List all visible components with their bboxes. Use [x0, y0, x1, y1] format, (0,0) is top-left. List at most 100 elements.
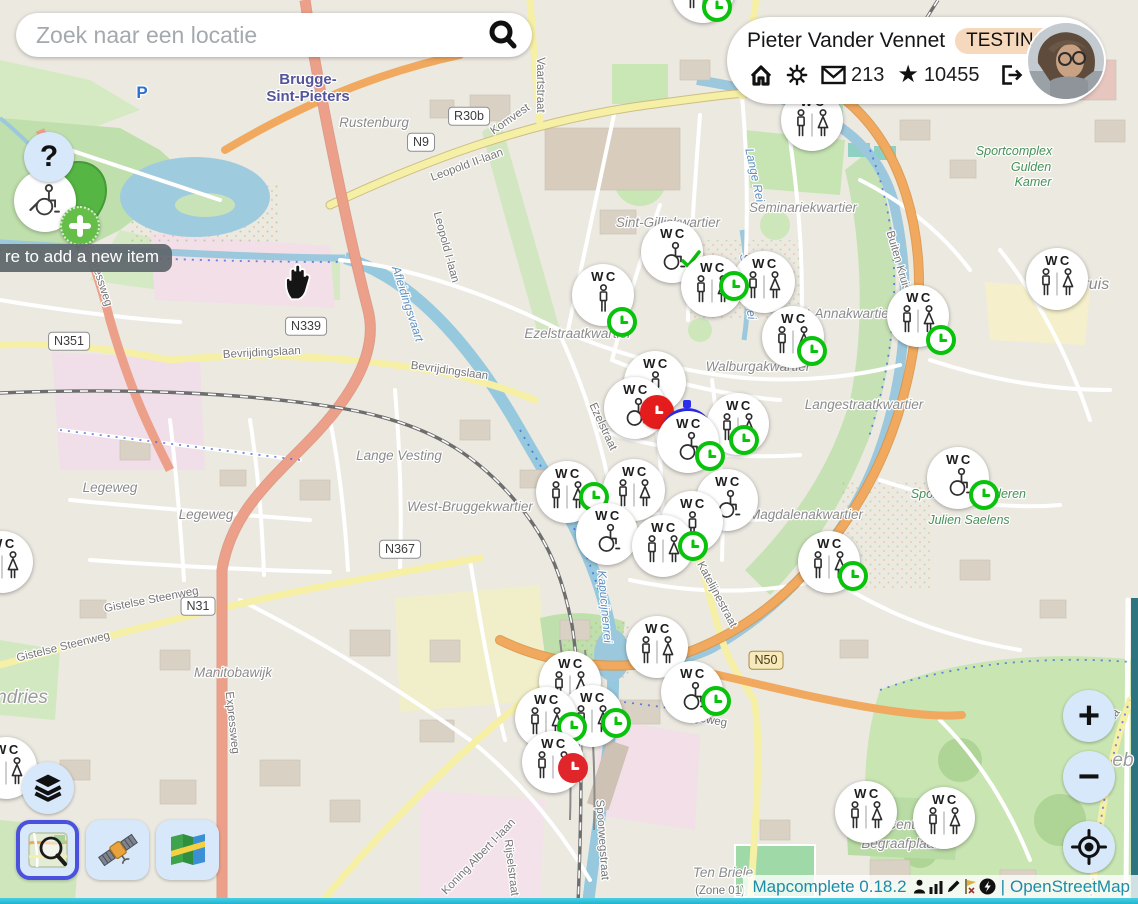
toilet-marker-male-female[interactable]: WC [762, 306, 824, 368]
wc-label: WC [643, 357, 670, 370]
wc-label: WC [906, 291, 933, 304]
satellite-icon [96, 829, 140, 871]
osm-link[interactable]: OpenStreetMap [1010, 877, 1130, 897]
wc-label: WC [651, 521, 678, 534]
male-female-icon [926, 806, 962, 839]
wc-label: WC [1045, 254, 1072, 267]
wc-label: WC [781, 312, 808, 325]
wc-label: WC [0, 537, 17, 550]
wc-label: WC [676, 417, 703, 430]
style-satellite-button[interactable] [86, 820, 149, 880]
zoom-in-button[interactable]: + [1063, 690, 1115, 742]
wc-label: WC [0, 743, 21, 756]
male-female-icon [639, 635, 675, 668]
male-female-icon [1039, 267, 1075, 300]
background-style-bar [16, 820, 219, 880]
wc-label: WC [555, 467, 582, 480]
toilet-marker-wheelchair[interactable]: WC [927, 447, 989, 509]
wheelchair-icon [590, 522, 624, 555]
wc-label: WC [645, 622, 672, 635]
attribution-icons [912, 878, 996, 895]
wc-label: WC [932, 793, 959, 806]
home-button[interactable] [747, 62, 775, 88]
male-female-icon [0, 756, 24, 789]
messages-button[interactable]: 213 [819, 62, 886, 89]
markers-layer: WCWCWCWCWCWCWCWCWCWCWCWCWCWCWCWCWCWCWCWC… [0, 0, 1138, 904]
layers-icon [30, 770, 66, 806]
style-terrain-map-button[interactable] [156, 820, 219, 880]
attribution-bar: Mapcomplete 0.18.2 | OpenStreetMap [743, 875, 1138, 898]
male-female-icon [645, 534, 681, 567]
wc-label: WC [726, 399, 753, 412]
wc-label: WC [752, 257, 779, 270]
toilet-marker-male-female[interactable]: WC [522, 731, 584, 793]
edit-icon [945, 878, 962, 895]
attribution-separator: | [1001, 877, 1005, 897]
toilet-marker-male-female[interactable]: WC [672, 0, 734, 23]
toilet-marker-male-female[interactable]: WC [0, 531, 33, 593]
opening-hours-open-badge [678, 531, 708, 561]
user-stat-icon [912, 878, 927, 895]
wc-label: WC [680, 497, 707, 510]
male-female-icon [794, 108, 830, 141]
toilet-marker-single[interactable]: WC [572, 264, 634, 326]
opening-hours-open-badge [695, 441, 725, 471]
help-button[interactable]: ? [24, 132, 74, 182]
user-avatar[interactable] [1028, 23, 1104, 99]
osm-map-icon [26, 829, 70, 871]
search-input[interactable] [34, 21, 484, 50]
changesets-button[interactable]: ★ 10455 [895, 61, 981, 89]
wc-label: WC [715, 475, 742, 488]
toilet-marker-male-female[interactable]: WC [887, 285, 949, 347]
male-female-icon [848, 800, 884, 833]
opening-hours-open-badge [607, 307, 637, 337]
messages-count: 213 [851, 64, 884, 87]
wc-label: WC [558, 657, 585, 670]
opening-hours-open-badge [702, 0, 732, 22]
flag-icon [963, 878, 978, 895]
toilet-marker-male-female[interactable]: WC [835, 781, 897, 843]
zoom-out-button[interactable]: − [1063, 751, 1115, 803]
envelope-icon [821, 65, 846, 85]
logout-button[interactable] [997, 62, 1025, 88]
wc-label: WC [946, 453, 973, 466]
add-item-tooltip: re to add a new item [0, 244, 172, 272]
toilet-marker-male-female[interactable]: WC [632, 515, 694, 577]
toilet-marker-male-female[interactable]: WC [798, 531, 860, 593]
add-item-button[interactable] [60, 206, 100, 246]
wc-label: WC [622, 465, 649, 478]
wc-label: WC [623, 383, 650, 396]
toilet-marker-male-female[interactable]: WC [681, 255, 743, 317]
style-map-button[interactable] [16, 820, 79, 880]
opening-hours-open-badge [797, 336, 827, 366]
home-icon [749, 64, 773, 86]
search-bar [16, 13, 532, 57]
male-female-icon [0, 550, 20, 583]
wc-label: WC [700, 261, 727, 274]
layers-button[interactable] [22, 762, 74, 814]
search-button[interactable] [484, 16, 522, 54]
wc-label: WC [854, 787, 881, 800]
stats-icon [928, 879, 944, 895]
search-icon [486, 18, 520, 52]
logout-icon [999, 64, 1023, 86]
toilet-marker-male-female[interactable]: WC [913, 787, 975, 849]
toilet-marker-male-female[interactable]: WC [1026, 248, 1088, 310]
wc-label: WC [541, 737, 568, 750]
toilet-marker-wheelchair[interactable]: WC [661, 661, 723, 723]
settings-button[interactable] [784, 62, 810, 88]
app-version[interactable]: Mapcomplete 0.18.2 [753, 877, 907, 897]
bottom-accent-bar [0, 898, 1138, 904]
folded-map-icon [166, 829, 210, 871]
opening-hours-open-badge [969, 480, 999, 510]
toilet-marker-wheelchair[interactable]: WC [657, 411, 719, 473]
geolocate-button[interactable] [1063, 821, 1115, 873]
male-female-icon [746, 270, 782, 303]
wc-label: WC [534, 693, 561, 706]
wc-label: WC [580, 691, 607, 704]
wc-label: WC [595, 509, 622, 522]
toilet-marker-wheelchair[interactable]: WC [576, 503, 638, 565]
toilet-theme-icon [26, 183, 64, 219]
user-name[interactable]: Pieter Vander Vennet [747, 29, 945, 53]
opening-hours-open-badge [926, 325, 956, 355]
